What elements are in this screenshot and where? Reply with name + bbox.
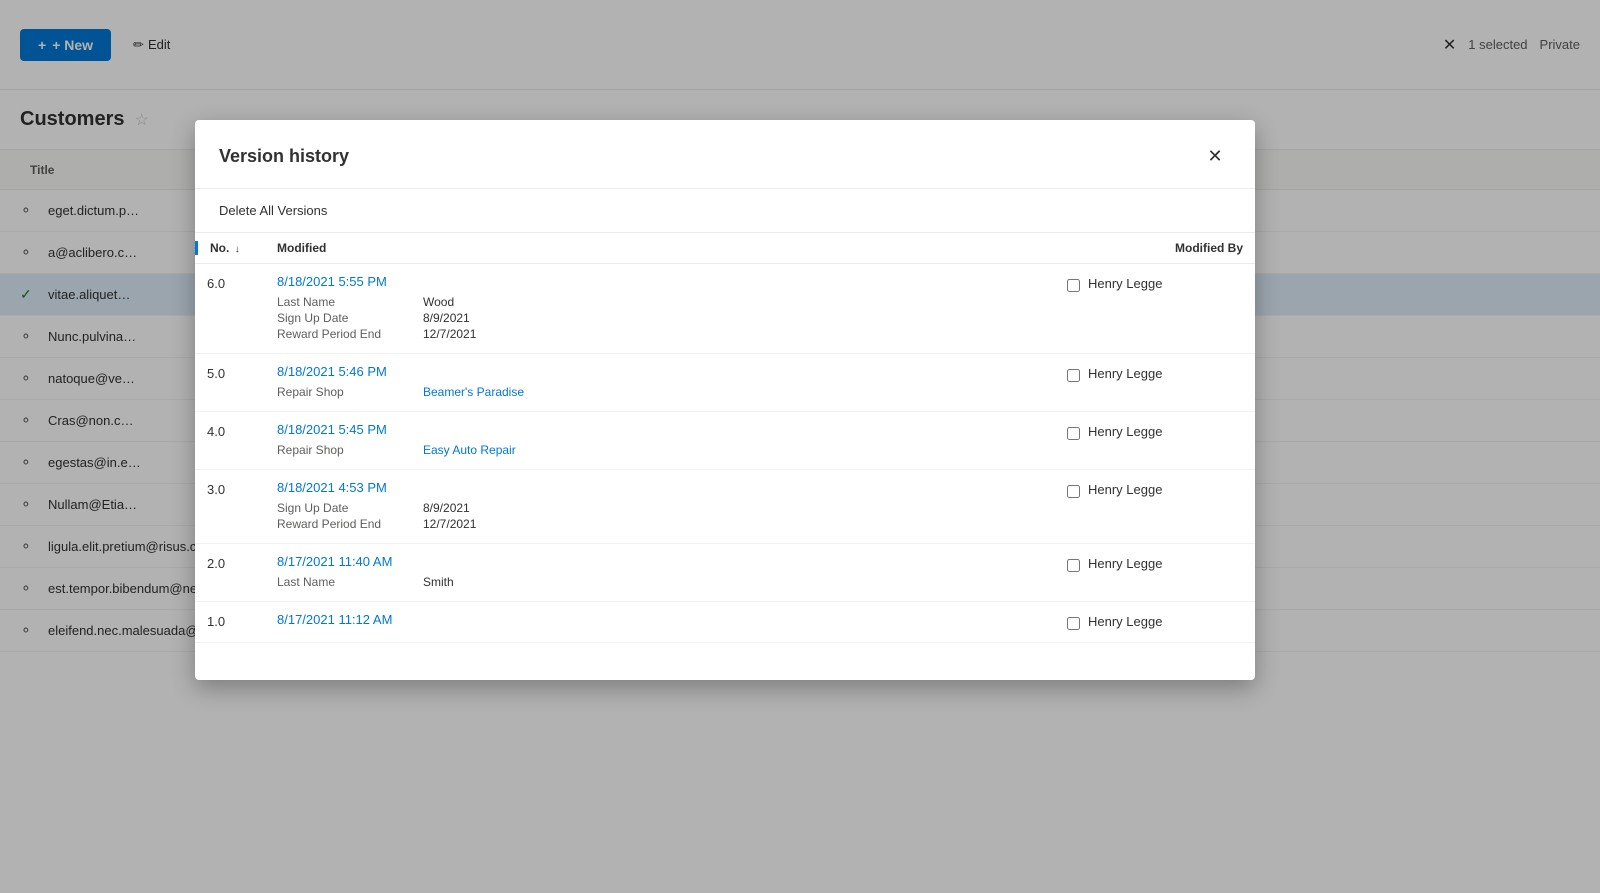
version-date[interactable]: 8/18/2021 5:45 PM	[277, 422, 1043, 437]
version-table[interactable]: No. ↓ Modified Modified By 6.0 8/18/2021…	[195, 233, 1255, 680]
version-row-5: 5.0 8/18/2021 5:46 PM Repair Shop Beamer…	[195, 354, 1255, 412]
version-row-main: 6.0 8/18/2021 5:55 PM Last Name Wood Sig…	[195, 264, 1255, 353]
version-row-main: 1.0 8/17/2021 11:12 AM Henry Legge	[195, 602, 1255, 642]
version-modified-by: Henry Legge	[1055, 480, 1255, 500]
change-row: Last Name Smith	[277, 575, 1043, 589]
no-column-header: No. ↓	[195, 241, 265, 255]
change-row: Repair Shop Beamer's Paradise	[277, 385, 1043, 399]
version-checkbox[interactable]	[1067, 485, 1080, 498]
version-number: 5.0	[195, 364, 265, 383]
version-checkbox[interactable]	[1067, 369, 1080, 382]
version-modified-by: Henry Legge	[1055, 612, 1255, 632]
modal-toolbar: Delete All Versions	[195, 189, 1255, 233]
sort-down-icon: ↓	[235, 244, 240, 255]
change-field: Sign Up Date	[277, 311, 407, 325]
modified-column-header: Modified	[265, 241, 1055, 255]
modified-by-name: Henry Legge	[1088, 614, 1162, 629]
version-row-6: 6.0 8/18/2021 5:55 PM Last Name Wood Sig…	[195, 264, 1255, 354]
version-content: 8/18/2021 5:55 PM Last Name Wood Sign Up…	[265, 274, 1055, 343]
modal-header: Version history ✕	[195, 120, 1255, 189]
version-number: 3.0	[195, 480, 265, 499]
version-changes: Sign Up Date 8/9/2021 Reward Period End …	[277, 501, 1043, 531]
version-content: 8/18/2021 5:46 PM Repair Shop Beamer's P…	[265, 364, 1055, 401]
change-row: Sign Up Date 8/9/2021	[277, 311, 1043, 325]
version-content: 8/18/2021 4:53 PM Sign Up Date 8/9/2021 …	[265, 480, 1055, 533]
version-content: 8/17/2021 11:12 AM	[265, 612, 1055, 627]
version-number: 6.0	[195, 274, 265, 293]
version-row-main: 4.0 8/18/2021 5:45 PM Repair Shop Easy A…	[195, 412, 1255, 469]
version-table-header: No. ↓ Modified Modified By	[195, 233, 1255, 264]
modified-by-name: Henry Legge	[1088, 276, 1162, 291]
version-row-main: 5.0 8/18/2021 5:46 PM Repair Shop Beamer…	[195, 354, 1255, 411]
change-value: 8/9/2021	[423, 311, 470, 325]
version-number: 2.0	[195, 554, 265, 573]
change-value: Beamer's Paradise	[423, 385, 524, 399]
repair-shop-link[interactable]: Easy Auto Repair	[423, 443, 516, 457]
version-modified-by: Henry Legge	[1055, 422, 1255, 442]
modal-close-button[interactable]: ✕	[1199, 140, 1231, 172]
change-row: Last Name Wood	[277, 295, 1043, 309]
repair-shop-link[interactable]: Beamer's Paradise	[423, 385, 524, 399]
version-changes: Repair Shop Beamer's Paradise	[277, 385, 1043, 399]
version-changes: Repair Shop Easy Auto Repair	[277, 443, 1043, 457]
version-changes: Last Name Smith	[277, 575, 1043, 589]
modified-by-name: Henry Legge	[1088, 556, 1162, 571]
version-content: 8/17/2021 11:40 AM Last Name Smith	[265, 554, 1055, 591]
version-checkbox[interactable]	[1067, 279, 1080, 292]
version-date[interactable]: 8/18/2021 5:55 PM	[277, 274, 1043, 289]
version-modified-by: Henry Legge	[1055, 364, 1255, 384]
version-number: 4.0	[195, 422, 265, 441]
change-field: Reward Period End	[277, 517, 407, 531]
version-date[interactable]: 8/18/2021 5:46 PM	[277, 364, 1043, 379]
modified-by-name: Henry Legge	[1088, 424, 1162, 439]
version-row-main: 2.0 8/17/2021 11:40 AM Last Name Smith H…	[195, 544, 1255, 601]
change-value: 12/7/2021	[423, 327, 476, 341]
change-value: Smith	[423, 575, 454, 589]
change-value: Easy Auto Repair	[423, 443, 516, 457]
version-row-1: 1.0 8/17/2021 11:12 AM Henry Legge	[195, 602, 1255, 643]
version-row-2: 2.0 8/17/2021 11:40 AM Last Name Smith H…	[195, 544, 1255, 602]
modified-by-column-header: Modified By	[1055, 241, 1255, 255]
modal-body: No. ↓ Modified Modified By 6.0 8/18/2021…	[195, 233, 1255, 680]
change-field: Sign Up Date	[277, 501, 407, 515]
change-row: Sign Up Date 8/9/2021	[277, 501, 1043, 515]
modal-title: Version history	[219, 146, 349, 167]
version-row-main: 3.0 8/18/2021 4:53 PM Sign Up Date 8/9/2…	[195, 470, 1255, 543]
version-checkbox[interactable]	[1067, 559, 1080, 572]
change-value: 12/7/2021	[423, 517, 476, 531]
change-row: Reward Period End 12/7/2021	[277, 517, 1043, 531]
change-field: Last Name	[277, 295, 407, 309]
version-modified-by: Henry Legge	[1055, 274, 1255, 294]
change-value: Wood	[423, 295, 454, 309]
version-history-modal: Version history ✕ Delete All Versions No…	[195, 120, 1255, 680]
version-changes: Last Name Wood Sign Up Date 8/9/2021 Rew…	[277, 295, 1043, 341]
version-date[interactable]: 8/18/2021 4:53 PM	[277, 480, 1043, 495]
change-field: Last Name	[277, 575, 407, 589]
change-field: Reward Period End	[277, 327, 407, 341]
change-value: 8/9/2021	[423, 501, 470, 515]
change-row: Repair Shop Easy Auto Repair	[277, 443, 1043, 457]
change-field: Repair Shop	[277, 443, 407, 457]
version-date[interactable]: 8/17/2021 11:12 AM	[277, 612, 1043, 627]
change-field: Repair Shop	[277, 385, 407, 399]
modified-by-name: Henry Legge	[1088, 366, 1162, 381]
version-date[interactable]: 8/17/2021 11:40 AM	[277, 554, 1043, 569]
delete-all-versions-button[interactable]: Delete All Versions	[219, 199, 327, 222]
version-content: 8/18/2021 5:45 PM Repair Shop Easy Auto …	[265, 422, 1055, 459]
version-row-3: 3.0 8/18/2021 4:53 PM Sign Up Date 8/9/2…	[195, 470, 1255, 544]
version-modified-by: Henry Legge	[1055, 554, 1255, 574]
version-checkbox[interactable]	[1067, 617, 1080, 630]
version-row-4: 4.0 8/18/2021 5:45 PM Repair Shop Easy A…	[195, 412, 1255, 470]
version-checkbox[interactable]	[1067, 427, 1080, 440]
modified-by-name: Henry Legge	[1088, 482, 1162, 497]
version-number: 1.0	[195, 612, 265, 631]
change-row: Reward Period End 12/7/2021	[277, 327, 1043, 341]
